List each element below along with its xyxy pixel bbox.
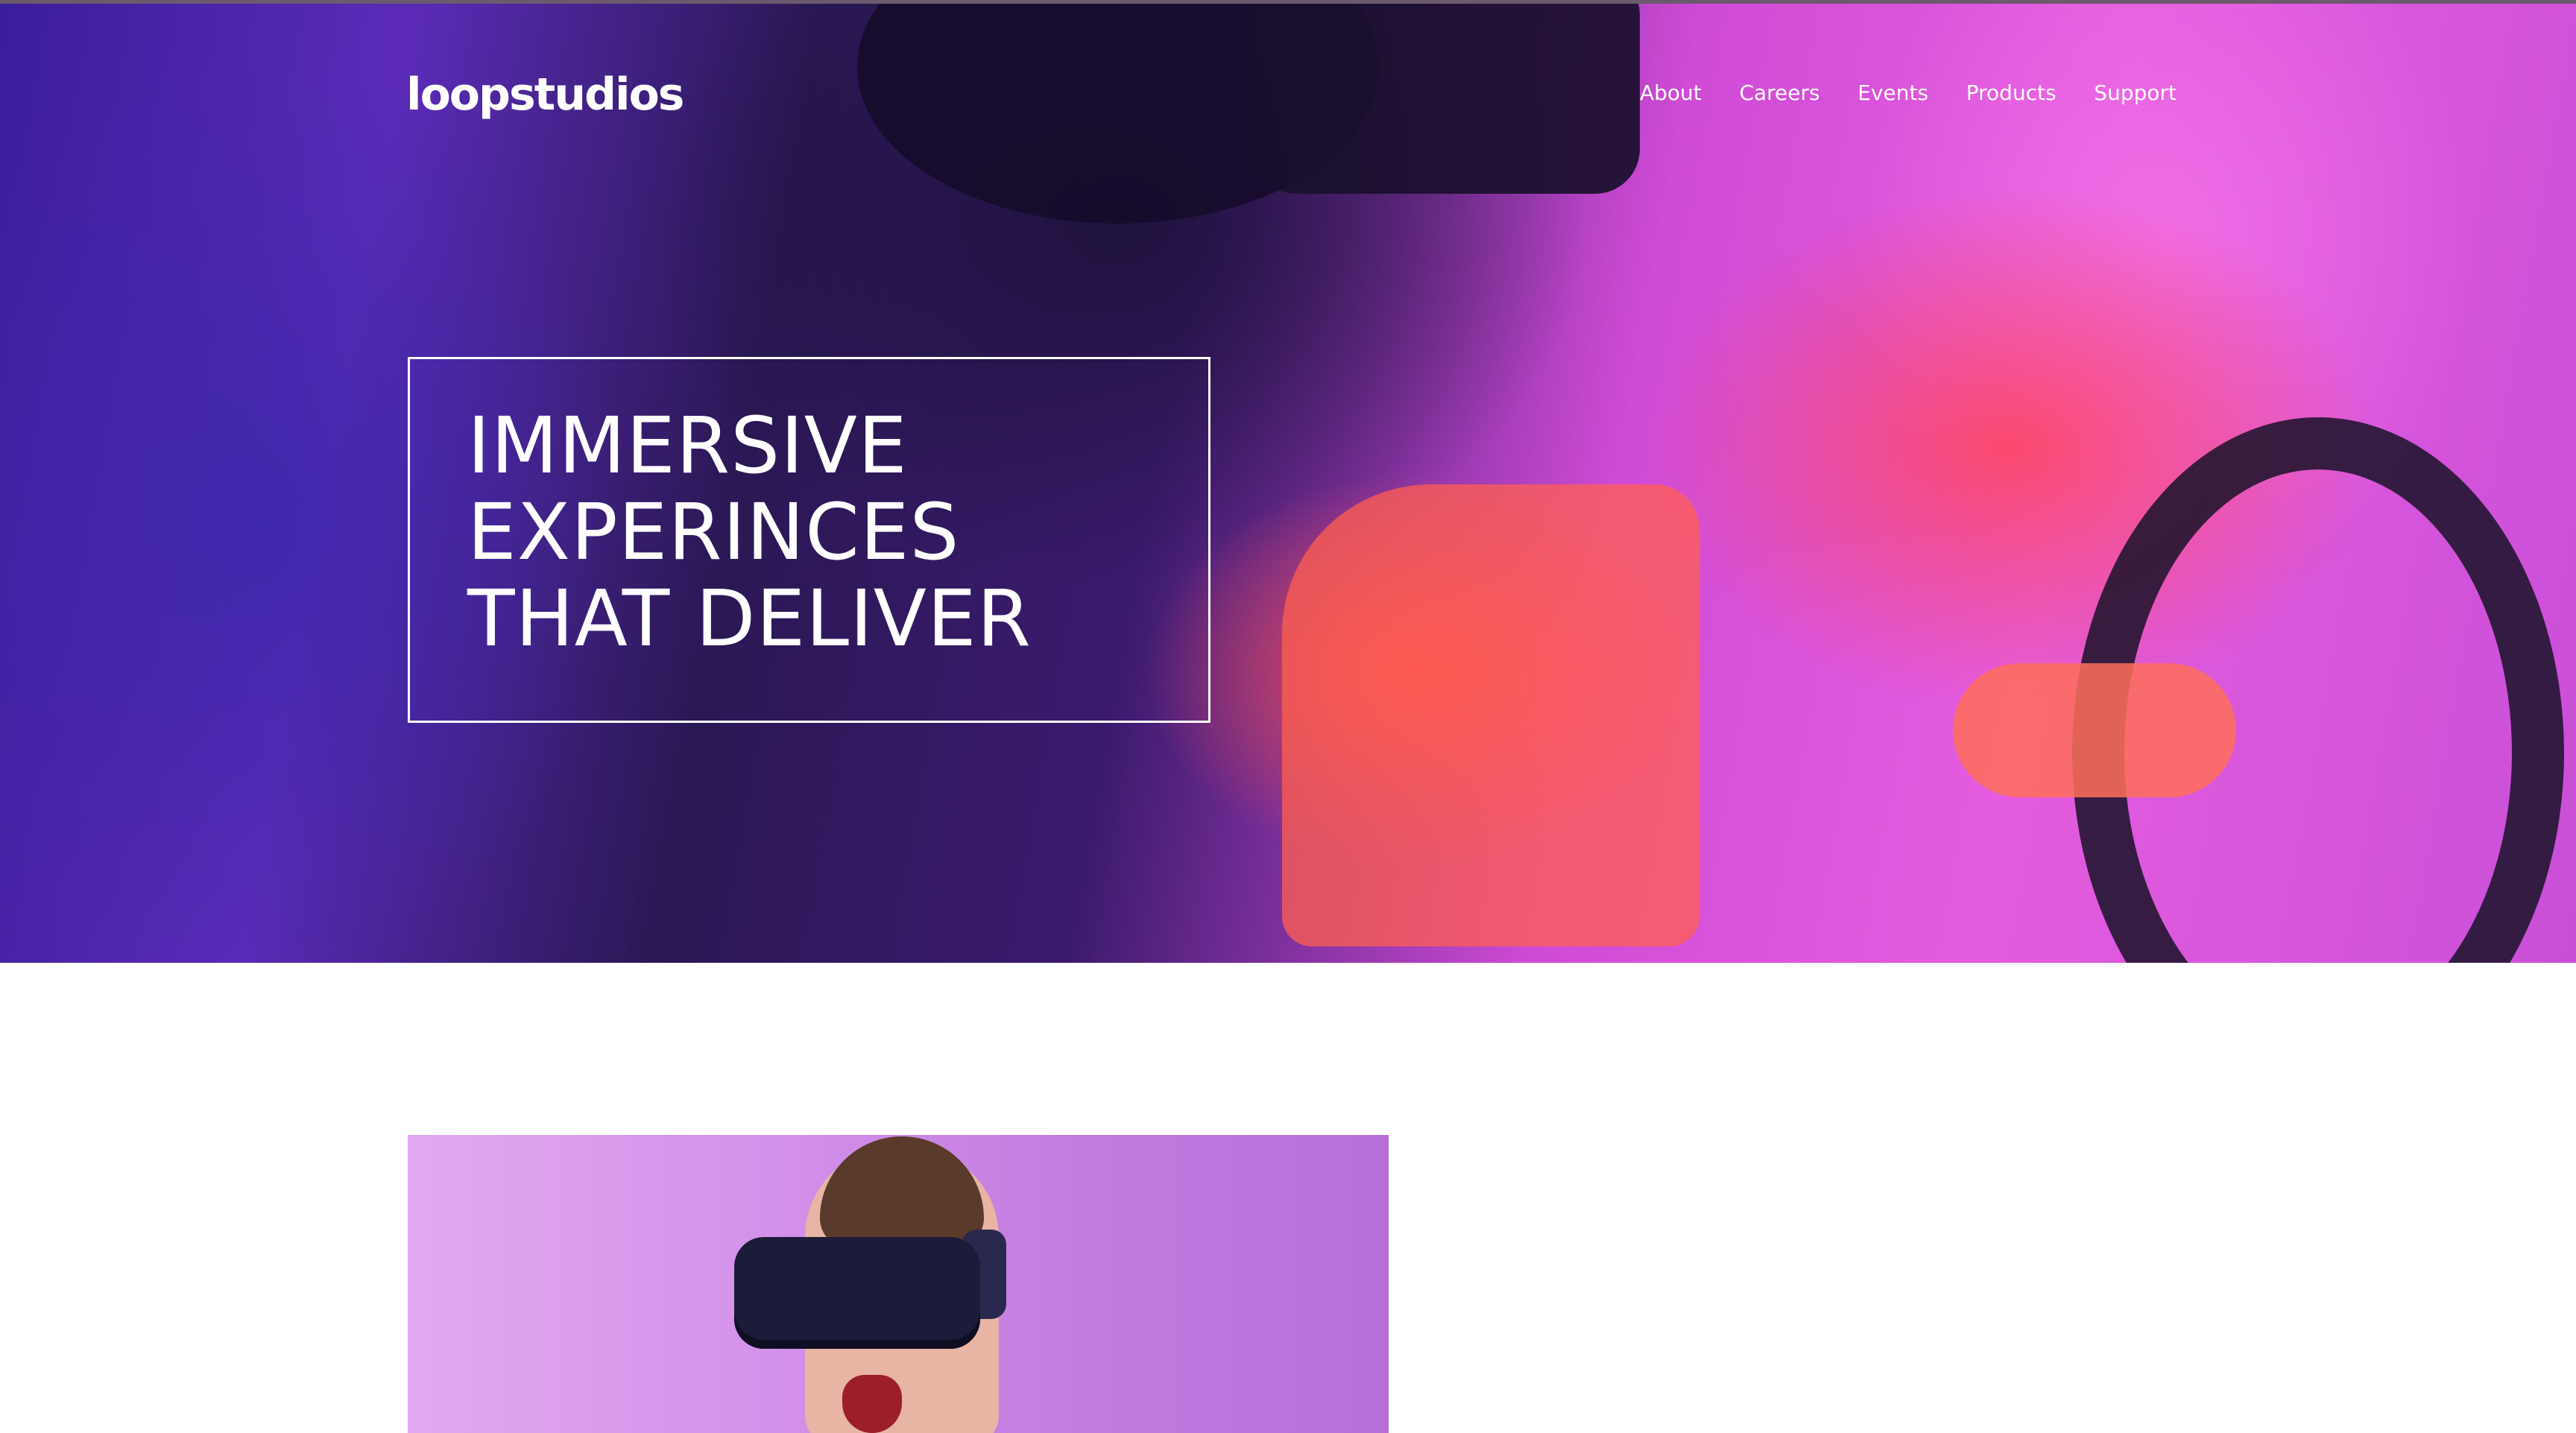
hero-title-line-2: EXPERINCES xyxy=(467,487,960,578)
nav-link-support[interactable]: Support xyxy=(2094,80,2176,105)
hero-section: loopstudios About Careers Events Product… xyxy=(0,0,2576,963)
shirt-graphic-icon xyxy=(1282,484,1699,946)
nav-link-products[interactable]: Products xyxy=(1966,80,2056,105)
open-mouth-icon xyxy=(842,1375,902,1433)
vr-headset-icon xyxy=(734,1237,980,1349)
vr-headset-silhouette-icon xyxy=(1252,0,1640,194)
logo[interactable]: loopstudios xyxy=(406,69,685,121)
nav-link-careers[interactable]: Careers xyxy=(1739,80,1819,105)
hand-icon xyxy=(1953,663,2236,797)
hero-title-line-3: THAT DELIVER xyxy=(467,573,1032,664)
hero-headline-box: IMMERSIVE EXPERINCES THAT DELIVER xyxy=(408,357,1210,723)
hero-title: IMMERSIVE EXPERINCES THAT DELIVER xyxy=(467,402,1183,662)
nav-link-about[interactable]: About xyxy=(1640,80,1702,105)
top-border xyxy=(0,0,2576,4)
page: loopstudios About Careers Events Product… xyxy=(0,0,2576,1433)
nav-link-events[interactable]: Events xyxy=(1857,80,1928,105)
main-navigation: About Careers Events Products Support xyxy=(1640,80,2176,105)
hero-title-line-1: IMMERSIVE xyxy=(467,400,908,491)
